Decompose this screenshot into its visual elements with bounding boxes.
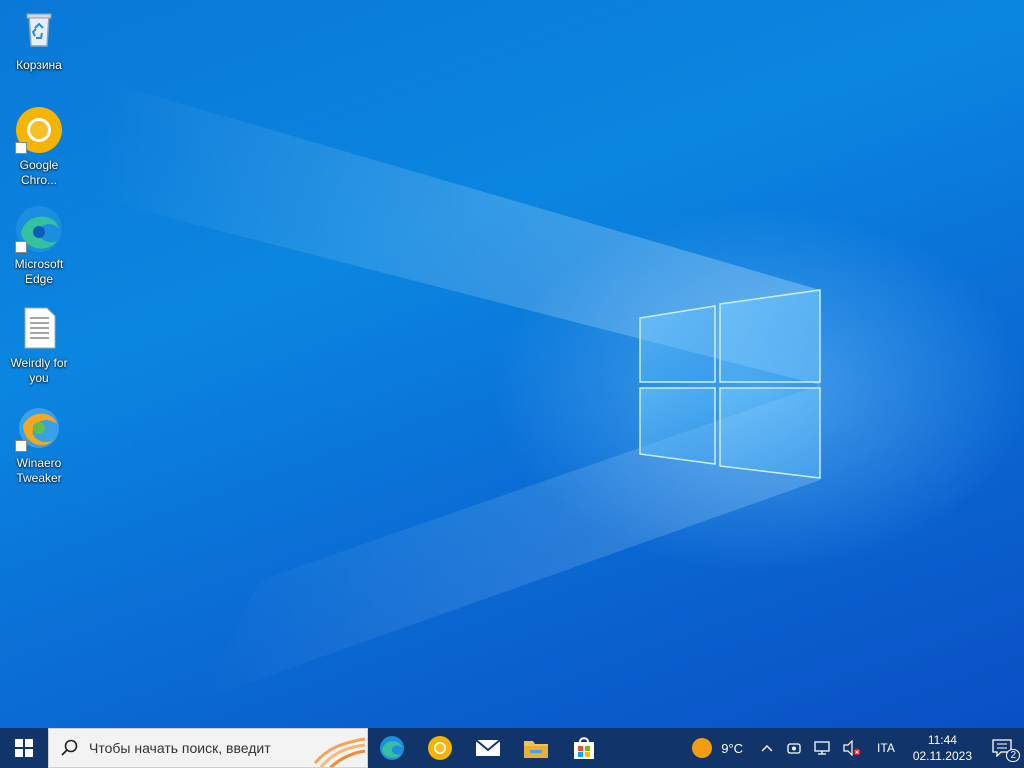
desktop-icon-recycle-bin[interactable]: Корзина (4, 6, 74, 73)
input-language-button[interactable]: ITA (867, 728, 905, 768)
winaero-tweaker-icon (15, 404, 63, 452)
shortcut-arrow-icon (15, 241, 27, 253)
folder-icon (524, 741, 548, 758)
chrome-canary-icon (15, 106, 63, 154)
clock-time: 11:44 (927, 733, 957, 747)
edge-icon (380, 736, 404, 760)
clock[interactable]: 11:44 02.11.2023 (905, 732, 980, 764)
sun-icon (692, 738, 713, 758)
clock-date: 02.11.2023 (912, 749, 972, 763)
desktop-icon-text-document[interactable]: Weirdly for you (4, 304, 74, 386)
search-icon (49, 739, 89, 757)
notification-count-badge: 2 (1006, 749, 1020, 762)
store-icon (574, 737, 594, 759)
taskbar-app-file-explorer[interactable] (512, 728, 560, 768)
start-button[interactable] (0, 728, 48, 768)
mail-icon (475, 739, 501, 756)
meet-now-icon (787, 743, 801, 754)
volume-button[interactable] (837, 728, 867, 768)
desktop-icon-label: Microsoft Edge (14, 257, 64, 286)
windows-icon (15, 739, 33, 757)
desktop-icon-google-chrome[interactable]: Google Chro... (4, 106, 74, 188)
taskbar-app-microsoft-store[interactable] (560, 728, 608, 768)
system-tray: 9°C ITA 11:44 02.11.2023 2 (687, 728, 1024, 768)
text-document-icon (15, 304, 63, 352)
desktop-icon-winaero-tweaker[interactable]: Winaero Tweaker (4, 404, 74, 486)
meet-now-button[interactable] (781, 728, 807, 768)
desktop-icon-label: Корзина (16, 58, 62, 72)
action-center-button[interactable]: 2 (980, 728, 1024, 768)
search-highlight-illustration (313, 737, 366, 767)
edge-icon (15, 205, 63, 253)
windows-logo-wallpaper (100, 80, 821, 700)
desktop-icon-label: Winaero Tweaker (16, 456, 62, 485)
taskbar-app-edge[interactable] (368, 728, 416, 768)
taskbar-app-mail[interactable] (464, 728, 512, 768)
show-hidden-icons-button[interactable] (753, 728, 781, 768)
search-placeholder: Чтобы начать поиск, введит (89, 740, 271, 756)
desktop-icon-microsoft-edge[interactable]: Microsoft Edge (4, 205, 74, 287)
chevron-up-icon (761, 745, 773, 752)
weather-temp: 9°C (721, 740, 744, 756)
language-label: ITA (877, 741, 895, 755)
chrome-canary-icon (428, 736, 452, 760)
weather-widget[interactable]: 9°C (687, 728, 747, 768)
desktop-icon-label: Google Chro... (19, 158, 59, 187)
taskbar: Чтобы начать поиск, введит 9°C ITA 11:44… (0, 728, 1024, 768)
network-button[interactable] (807, 728, 837, 768)
taskbar-app-chrome[interactable] (416, 728, 464, 768)
desktop-icon-label: Weirdly for you (10, 356, 68, 385)
shortcut-arrow-icon (15, 142, 27, 154)
network-icon (814, 741, 830, 755)
recycle-bin-icon (15, 6, 63, 54)
desktop-wallpaper[interactable]: Корзина Google Chro... Microsoft Edge We… (0, 0, 1024, 728)
shortcut-arrow-icon (15, 440, 27, 452)
search-box[interactable]: Чтобы начать поиск, введит (48, 728, 368, 768)
volume-muted-icon (843, 740, 861, 756)
